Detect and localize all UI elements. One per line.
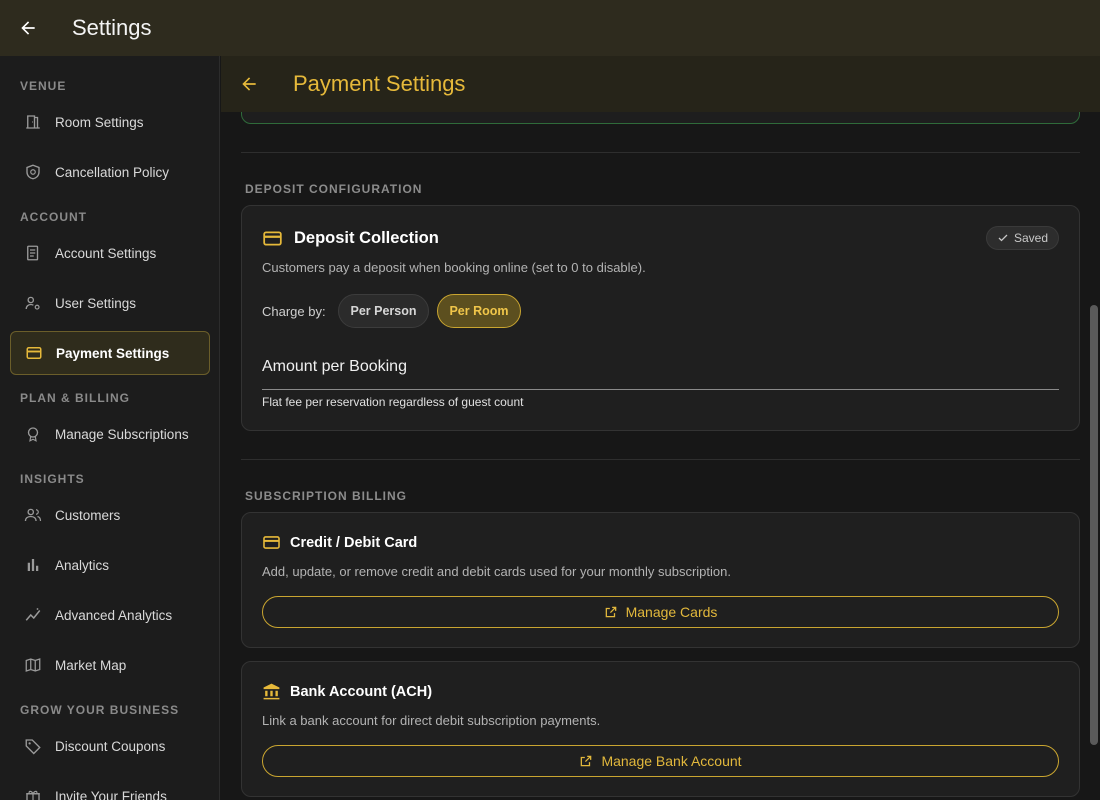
sidebar-item-label: Advanced Analytics: [55, 607, 173, 623]
section-label-venue: VENUE: [20, 79, 67, 93]
sidebar-item-label: Room Settings: [55, 114, 144, 130]
bank-account-description: Link a bank account for direct debit sub…: [262, 713, 601, 728]
section-label-insights: INSIGHTS: [20, 472, 85, 486]
page-header: Payment Settings: [221, 56, 1100, 112]
manage-cards-button[interactable]: Manage Cards: [262, 596, 1059, 628]
sidebar-item-label: Payment Settings: [56, 345, 170, 361]
section-label-account: ACCOUNT: [20, 210, 87, 224]
app-bar: Settings: [0, 0, 1100, 56]
divider: [241, 459, 1080, 460]
per-room-option[interactable]: Per Room: [437, 294, 521, 328]
sidebar-item-label: Manage Subscriptions: [55, 426, 189, 442]
arrow-left-icon: [242, 77, 256, 91]
sidebar-item-payment-settings[interactable]: Payment Settings: [10, 331, 210, 375]
sidebar-item-account-settings[interactable]: Account Settings: [10, 231, 210, 275]
divider: [241, 152, 1080, 153]
credit-card-icon: [23, 342, 45, 364]
external-link-icon: [579, 754, 593, 768]
bank-account-title: Bank Account (ACH): [290, 683, 433, 700]
saved-label: Saved: [1013, 231, 1048, 245]
sidebar-item-invite-friends[interactable]: Invite Your Friends: [10, 774, 210, 800]
page-back-button[interactable]: [221, 74, 277, 94]
sidebar: VENUE Room Settings Cancellation Policy …: [0, 56, 220, 800]
back-button[interactable]: [0, 0, 56, 56]
section-label-billing: SUBSCRIPTION BILLING: [245, 489, 408, 503]
manage-cards-label: Manage Cards: [625, 604, 718, 620]
sidebar-item-label: Discount Coupons: [55, 738, 166, 754]
app-title: Settings: [72, 15, 152, 40]
card-title: Deposit Collection: [262, 228, 439, 249]
deposit-title: Deposit Collection: [294, 229, 439, 247]
previous-card: [241, 112, 1080, 124]
badge-icon: [22, 423, 44, 445]
sidebar-item-advanced-analytics[interactable]: Advanced Analytics: [10, 593, 210, 637]
deposit-collection-card: Deposit Collection Saved Customers pay a…: [241, 205, 1080, 431]
door-icon: [22, 111, 44, 133]
sidebar-item-analytics[interactable]: Analytics: [10, 543, 210, 587]
page-title: Payment Settings: [293, 71, 466, 96]
bar-chart-icon: [22, 554, 44, 576]
sidebar-item-label: Market Map: [55, 657, 127, 673]
credit-card-icon: [262, 533, 281, 552]
credit-card-section: Credit / Debit Card Add, update, or remo…: [241, 512, 1080, 648]
sidebar-item-manage-subscriptions[interactable]: Manage Subscriptions: [10, 412, 210, 456]
shield-icon: [22, 161, 44, 183]
trend-icon: [22, 604, 44, 626]
amount-per-booking-input[interactable]: [262, 356, 1059, 390]
bank-icon: [262, 682, 281, 701]
sidebar-item-label: Customers: [55, 507, 121, 523]
section-label-plan-billing: PLAN & BILLING: [20, 391, 130, 405]
sidebar-item-label: Account Settings: [55, 245, 157, 261]
per-person-option[interactable]: Per Person: [338, 294, 429, 328]
deposit-description: Customers pay a deposit when booking onl…: [262, 260, 646, 275]
bank-account-section: Bank Account (ACH) Link a bank account f…: [241, 661, 1080, 797]
sidebar-item-label: Invite Your Friends: [55, 788, 167, 800]
scrollbar-thumb[interactable]: [1090, 305, 1098, 745]
card-title: Credit / Debit Card: [262, 533, 417, 552]
credit-card-title: Credit / Debit Card: [290, 534, 418, 551]
saved-status-badge: Saved: [985, 226, 1059, 250]
check-icon: [997, 232, 1009, 244]
sidebar-item-user-settings[interactable]: User Settings: [10, 281, 210, 325]
arrow-left-icon: [21, 21, 35, 35]
sidebar-item-market-map[interactable]: Market Map: [10, 643, 210, 687]
sidebar-item-cancellation-policy[interactable]: Cancellation Policy: [10, 150, 210, 194]
sidebar-item-customers[interactable]: Customers: [10, 493, 210, 537]
manage-bank-account-button[interactable]: Manage Bank Account: [262, 745, 1059, 777]
card-title: Bank Account (ACH): [262, 682, 432, 701]
external-link-icon: [604, 605, 618, 619]
charge-by-label: Charge by:: [262, 304, 326, 319]
section-label-grow: GROW YOUR BUSINESS: [20, 703, 180, 717]
user-gear-icon: [22, 292, 44, 314]
sidebar-item-label: Analytics: [55, 557, 110, 573]
credit-card-icon: [262, 228, 283, 249]
document-icon: [22, 242, 44, 264]
tag-icon: [22, 735, 44, 757]
amount-helper-text: Flat fee per reservation regardless of g…: [262, 395, 524, 409]
people-icon: [22, 504, 44, 526]
sidebar-item-label: Cancellation Policy: [55, 164, 170, 180]
credit-card-description: Add, update, or remove credit and debit …: [262, 564, 731, 579]
sidebar-item-room-settings[interactable]: Room Settings: [10, 100, 210, 144]
section-label-deposit: DEPOSIT CONFIGURATION: [245, 182, 423, 196]
gift-icon: [22, 785, 44, 800]
sidebar-item-label: User Settings: [55, 295, 137, 311]
sidebar-item-discount-coupons[interactable]: Discount Coupons: [10, 724, 210, 768]
manage-bank-account-label: Manage Bank Account: [601, 753, 742, 769]
map-icon: [22, 654, 44, 676]
main-content: DEPOSIT CONFIGURATION Deposit Collection…: [221, 112, 1100, 800]
